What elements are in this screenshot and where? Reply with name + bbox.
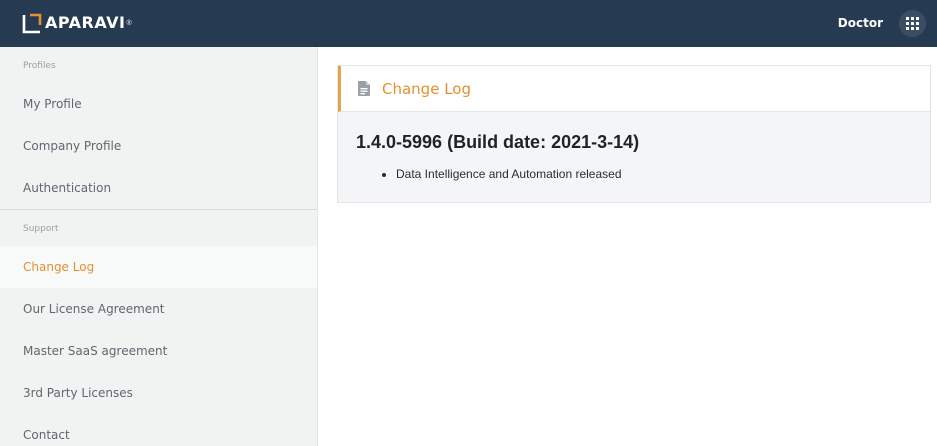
sidebar-item-company-profile[interactable]: Company Profile	[0, 125, 317, 167]
aparavi-logo[interactable]: APARAVI ®	[22, 11, 132, 35]
grid-icon	[906, 17, 919, 30]
logo-registered-mark: ®	[126, 19, 132, 27]
sidebar-item-saas-agreement[interactable]: Master SaaS agreement	[0, 330, 317, 372]
version-heading: 1.4.0-5996 (Build date: 2021-3-14)	[356, 132, 640, 152]
user-name[interactable]: Doctor	[838, 0, 883, 47]
sidebar-item-my-profile[interactable]: My Profile	[0, 83, 317, 125]
top-bar: APARAVI ® Doctor	[0, 0, 937, 47]
sidebar-section-support: Support	[23, 224, 59, 234]
card-header: Change Log	[338, 66, 930, 112]
card-body: 1.4.0-5996 (Build date: 2021-3-14) Data …	[338, 112, 930, 201]
sidebar-item-license-agreement[interactable]: Our License Agreement	[0, 288, 317, 330]
document-icon	[358, 81, 370, 96]
release-notes-list: Data Intelligence and Automation release…	[356, 167, 912, 181]
release-note-item: Data Intelligence and Automation release…	[396, 167, 912, 181]
sidebar: Profiles My Profile Company Profile Auth…	[0, 47, 318, 446]
sidebar-item-change-log[interactable]: Change Log	[0, 246, 317, 288]
sidebar-item-authentication[interactable]: Authentication	[0, 167, 317, 209]
apps-menu-button[interactable]	[899, 10, 926, 37]
logo-bracket-icon	[22, 13, 42, 34]
sidebar-section-profiles: Profiles	[23, 61, 56, 71]
logo-text: APARAVI	[45, 13, 126, 32]
sidebar-item-third-party-licenses[interactable]: 3rd Party Licenses	[0, 372, 317, 414]
card-title: Change Log	[382, 79, 471, 98]
change-log-card: Change Log 1.4.0-5996 (Build date: 2021-…	[337, 65, 931, 203]
sidebar-item-contact[interactable]: Contact	[0, 414, 317, 446]
main-content: Change Log 1.4.0-5996 (Build date: 2021-…	[319, 47, 937, 446]
